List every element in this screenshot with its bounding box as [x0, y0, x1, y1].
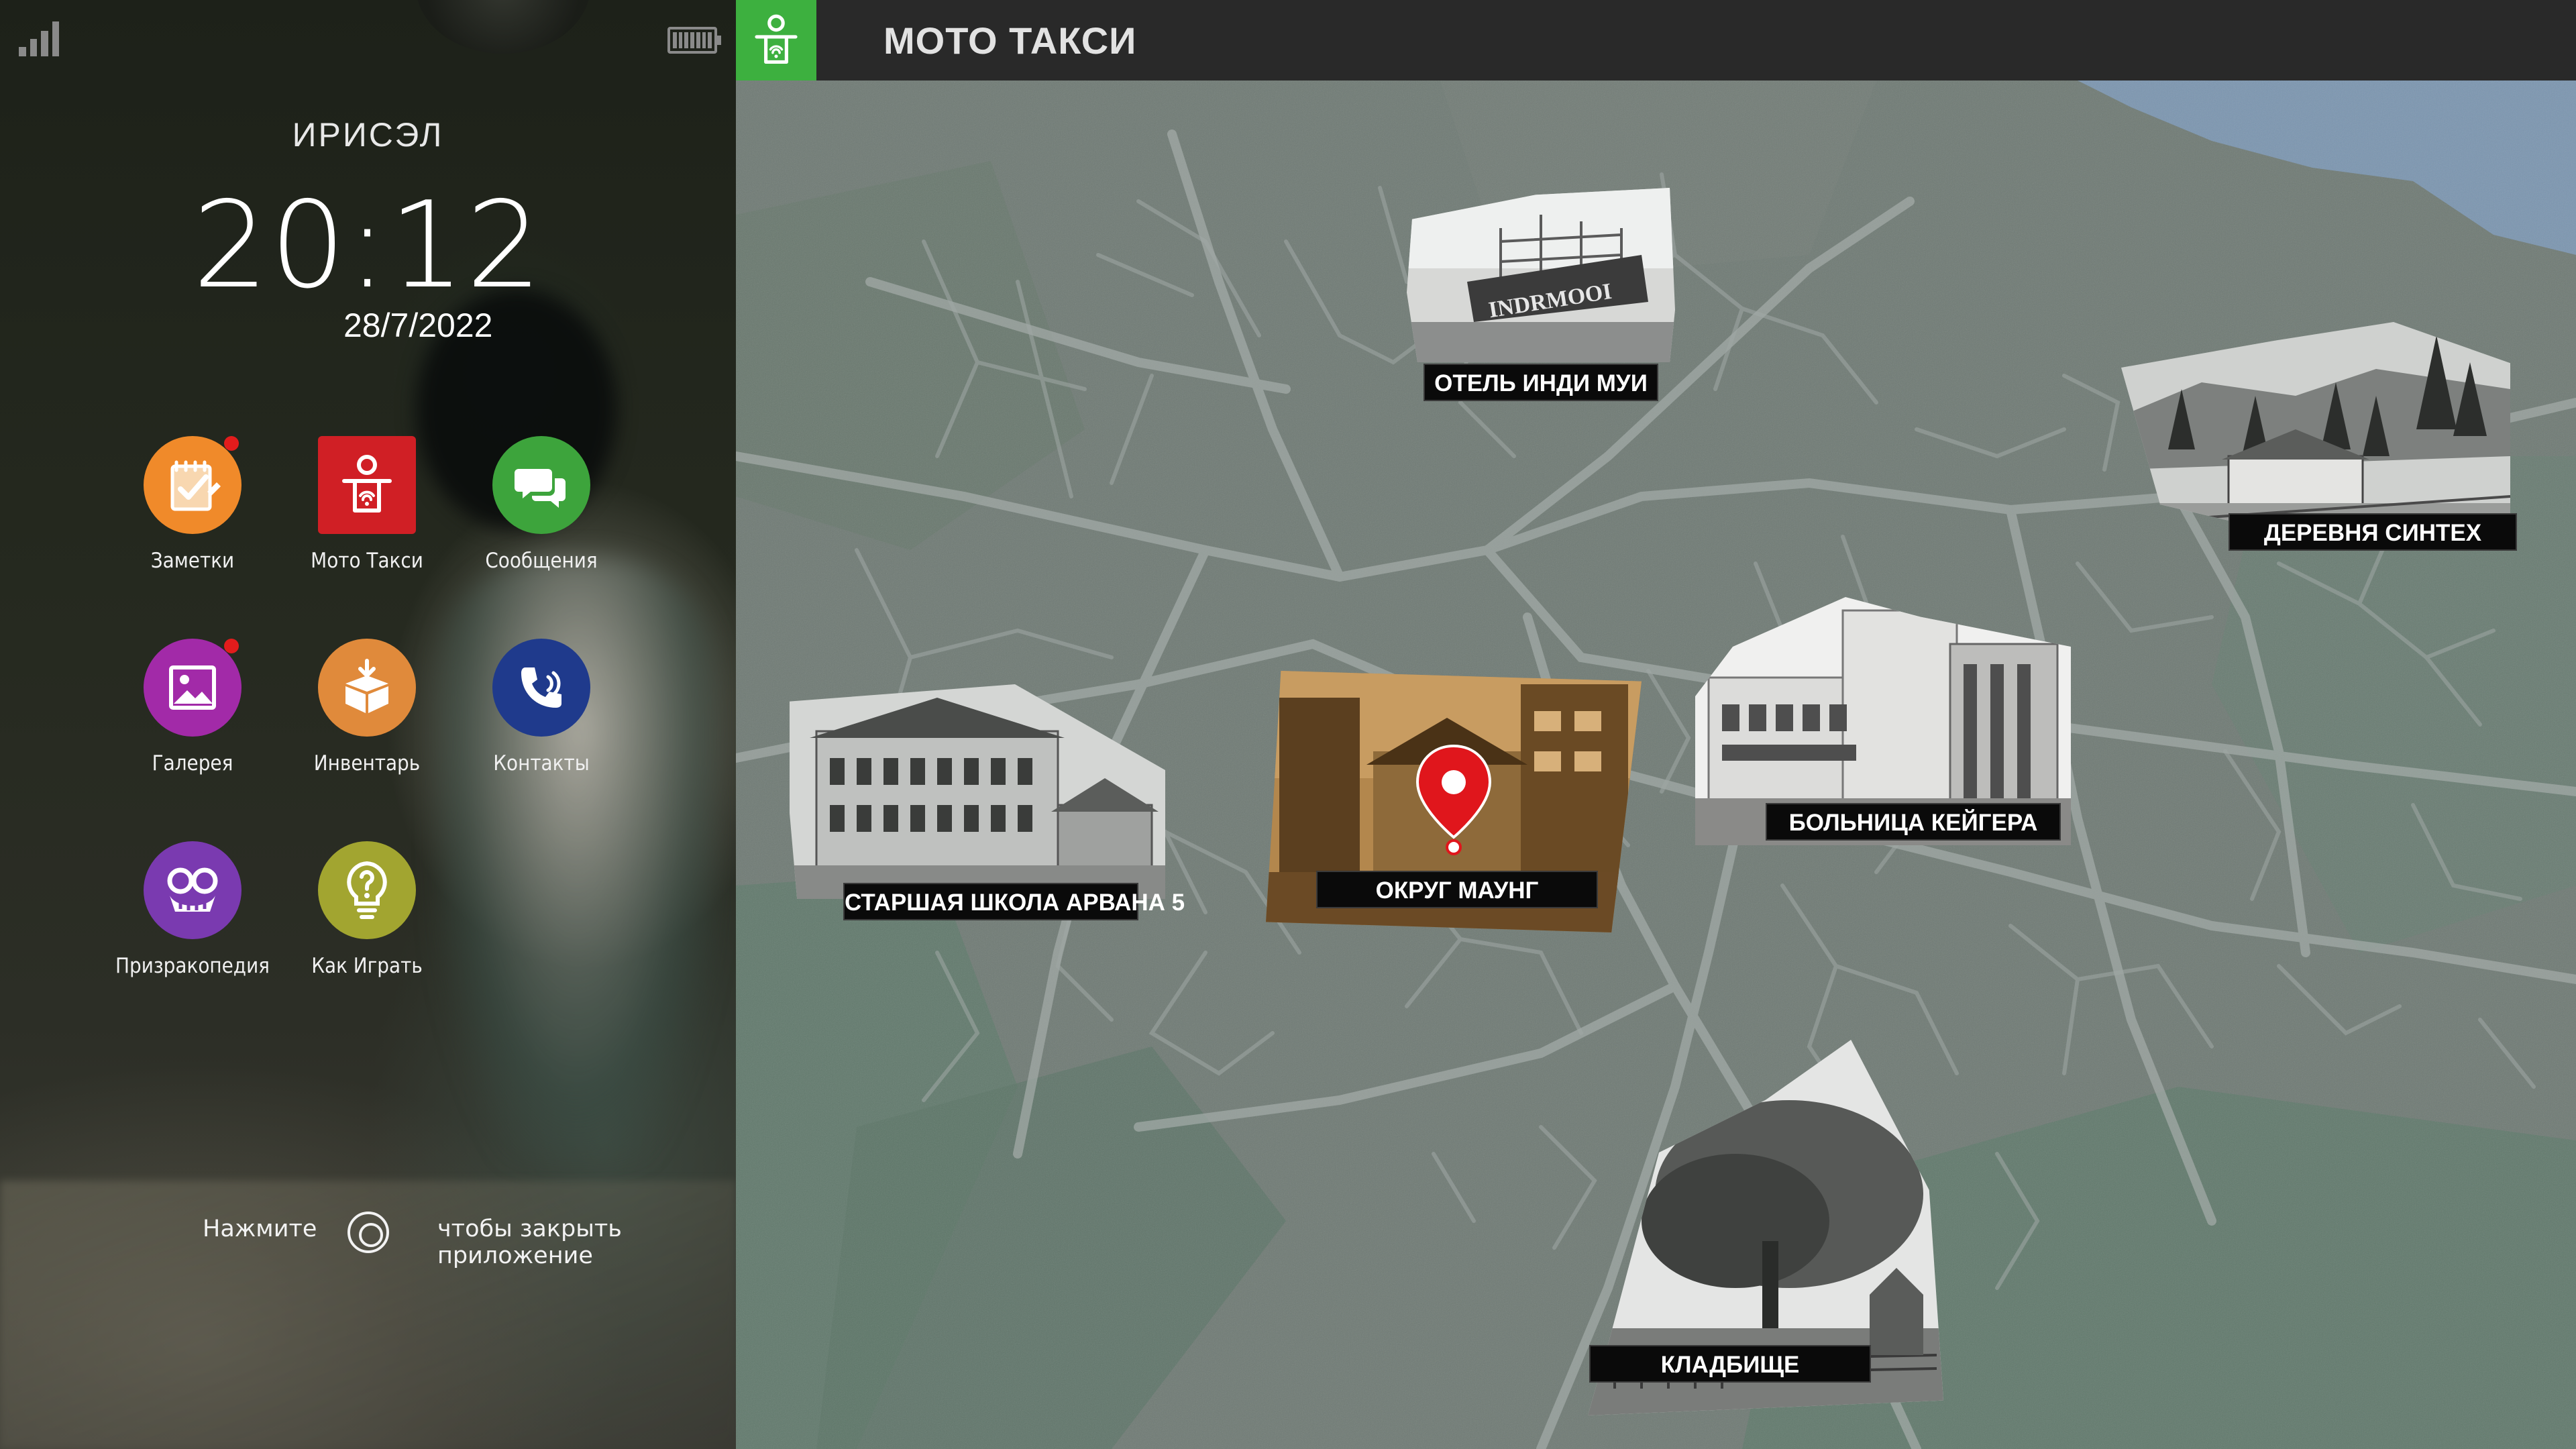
chat-bubbles-icon: [492, 436, 590, 534]
location-label: СТАРШАЯ ШКОЛА АРВАНА 5: [843, 883, 1185, 920]
app-header: МОТО ТАКСИ: [736, 0, 2576, 80]
city-map: INDRMOOI ОТЕЛЬ ИНДИ МУИ ДЕРЕВНЯ СИНТЕХ Б…: [736, 80, 2576, 1449]
ghost-mask-icon: [144, 841, 241, 939]
location-label: ОКРУГ МАУНГ: [1316, 871, 1598, 908]
location-school[interactable]: СТАРШАЯ ШКОЛА АРВАНА 5: [790, 684, 1185, 939]
app-label: Сообщения: [485, 549, 598, 573]
location-label: КЛАДБИЩЕ: [1589, 1345, 1871, 1383]
location-hospital[interactable]: БОЛЬНИЦА КЕЙГЕРА: [1695, 597, 2071, 852]
app-gallery[interactable]: Галерея: [105, 639, 280, 775]
close-hint-press: Нажмите: [203, 1216, 317, 1242]
clock-date: 28/7/2022: [343, 307, 493, 344]
box-icon: [318, 639, 416, 737]
app-label: Инвентарь: [313, 751, 421, 775]
clock-time: 20:12: [193, 176, 543, 315]
location-district[interactable]: ОКРУГ МАУНГ: [1266, 671, 1642, 939]
location-label: БОЛЬНИЦА КЕЙГЕРА: [1766, 803, 2061, 841]
app-label: Заметки: [150, 549, 235, 573]
location-cemetery[interactable]: КЛАДБИЩЕ: [1588, 1040, 1943, 1415]
signal-bars-icon: [19, 19, 59, 56]
app-label: Как Играть: [311, 954, 423, 978]
notification-badge: [224, 639, 239, 653]
app-notes[interactable]: Заметки: [105, 436, 280, 573]
phone-panel: ИРИСЭЛ 20:12 28/7/2022 Заметки Мото Такс…: [0, 0, 736, 1449]
app-moto-taxi[interactable]: Мото Такси: [280, 436, 454, 573]
picture-icon: [144, 639, 241, 737]
moto-taxi-icon: [318, 436, 416, 534]
lightbulb-icon: [318, 841, 416, 939]
app-messages[interactable]: Сообщения: [454, 436, 629, 573]
app-ghostpedia[interactable]: Призракопедия: [105, 841, 280, 978]
notes-icon: [144, 436, 241, 534]
moto-taxi-icon: [736, 0, 816, 80]
close-hint-action: чтобы закрыть приложение: [437, 1216, 622, 1269]
phone-icon: [492, 639, 590, 737]
device-name: ИРИСЭЛ: [292, 116, 444, 154]
circle-button-icon: [347, 1212, 389, 1253]
app-label: Призракопедия: [115, 954, 270, 978]
app-inventory[interactable]: Инвентарь: [280, 639, 454, 775]
app-label: Мото Такси: [311, 549, 423, 573]
app-label: Контакты: [493, 751, 590, 775]
notification-badge: [224, 436, 239, 451]
location-pin-icon: [1415, 744, 1492, 855]
school-photo: [790, 684, 1165, 899]
app-title: МОТО ТАКСИ: [883, 19, 1137, 62]
battery-icon: [667, 27, 721, 54]
location-label: ДЕРЕВНЯ СИНТЕХ: [2229, 513, 2517, 551]
app-how-to-play[interactable]: Как Играть: [280, 841, 454, 978]
location-hotel[interactable]: INDRMOOI ОТЕЛЬ ИНДИ МУИ: [1407, 188, 1675, 402]
location-label: ОТЕЛЬ ИНДИ МУИ: [1424, 364, 1658, 401]
background-wall-clock: [416, 0, 590, 54]
location-village[interactable]: ДЕРЕВНЯ СИНТЕХ: [2121, 322, 2517, 577]
hotel-photo: INDRMOOI: [1407, 188, 1675, 362]
app-label: Галерея: [152, 751, 233, 775]
app-contacts[interactable]: Контакты: [454, 639, 629, 775]
